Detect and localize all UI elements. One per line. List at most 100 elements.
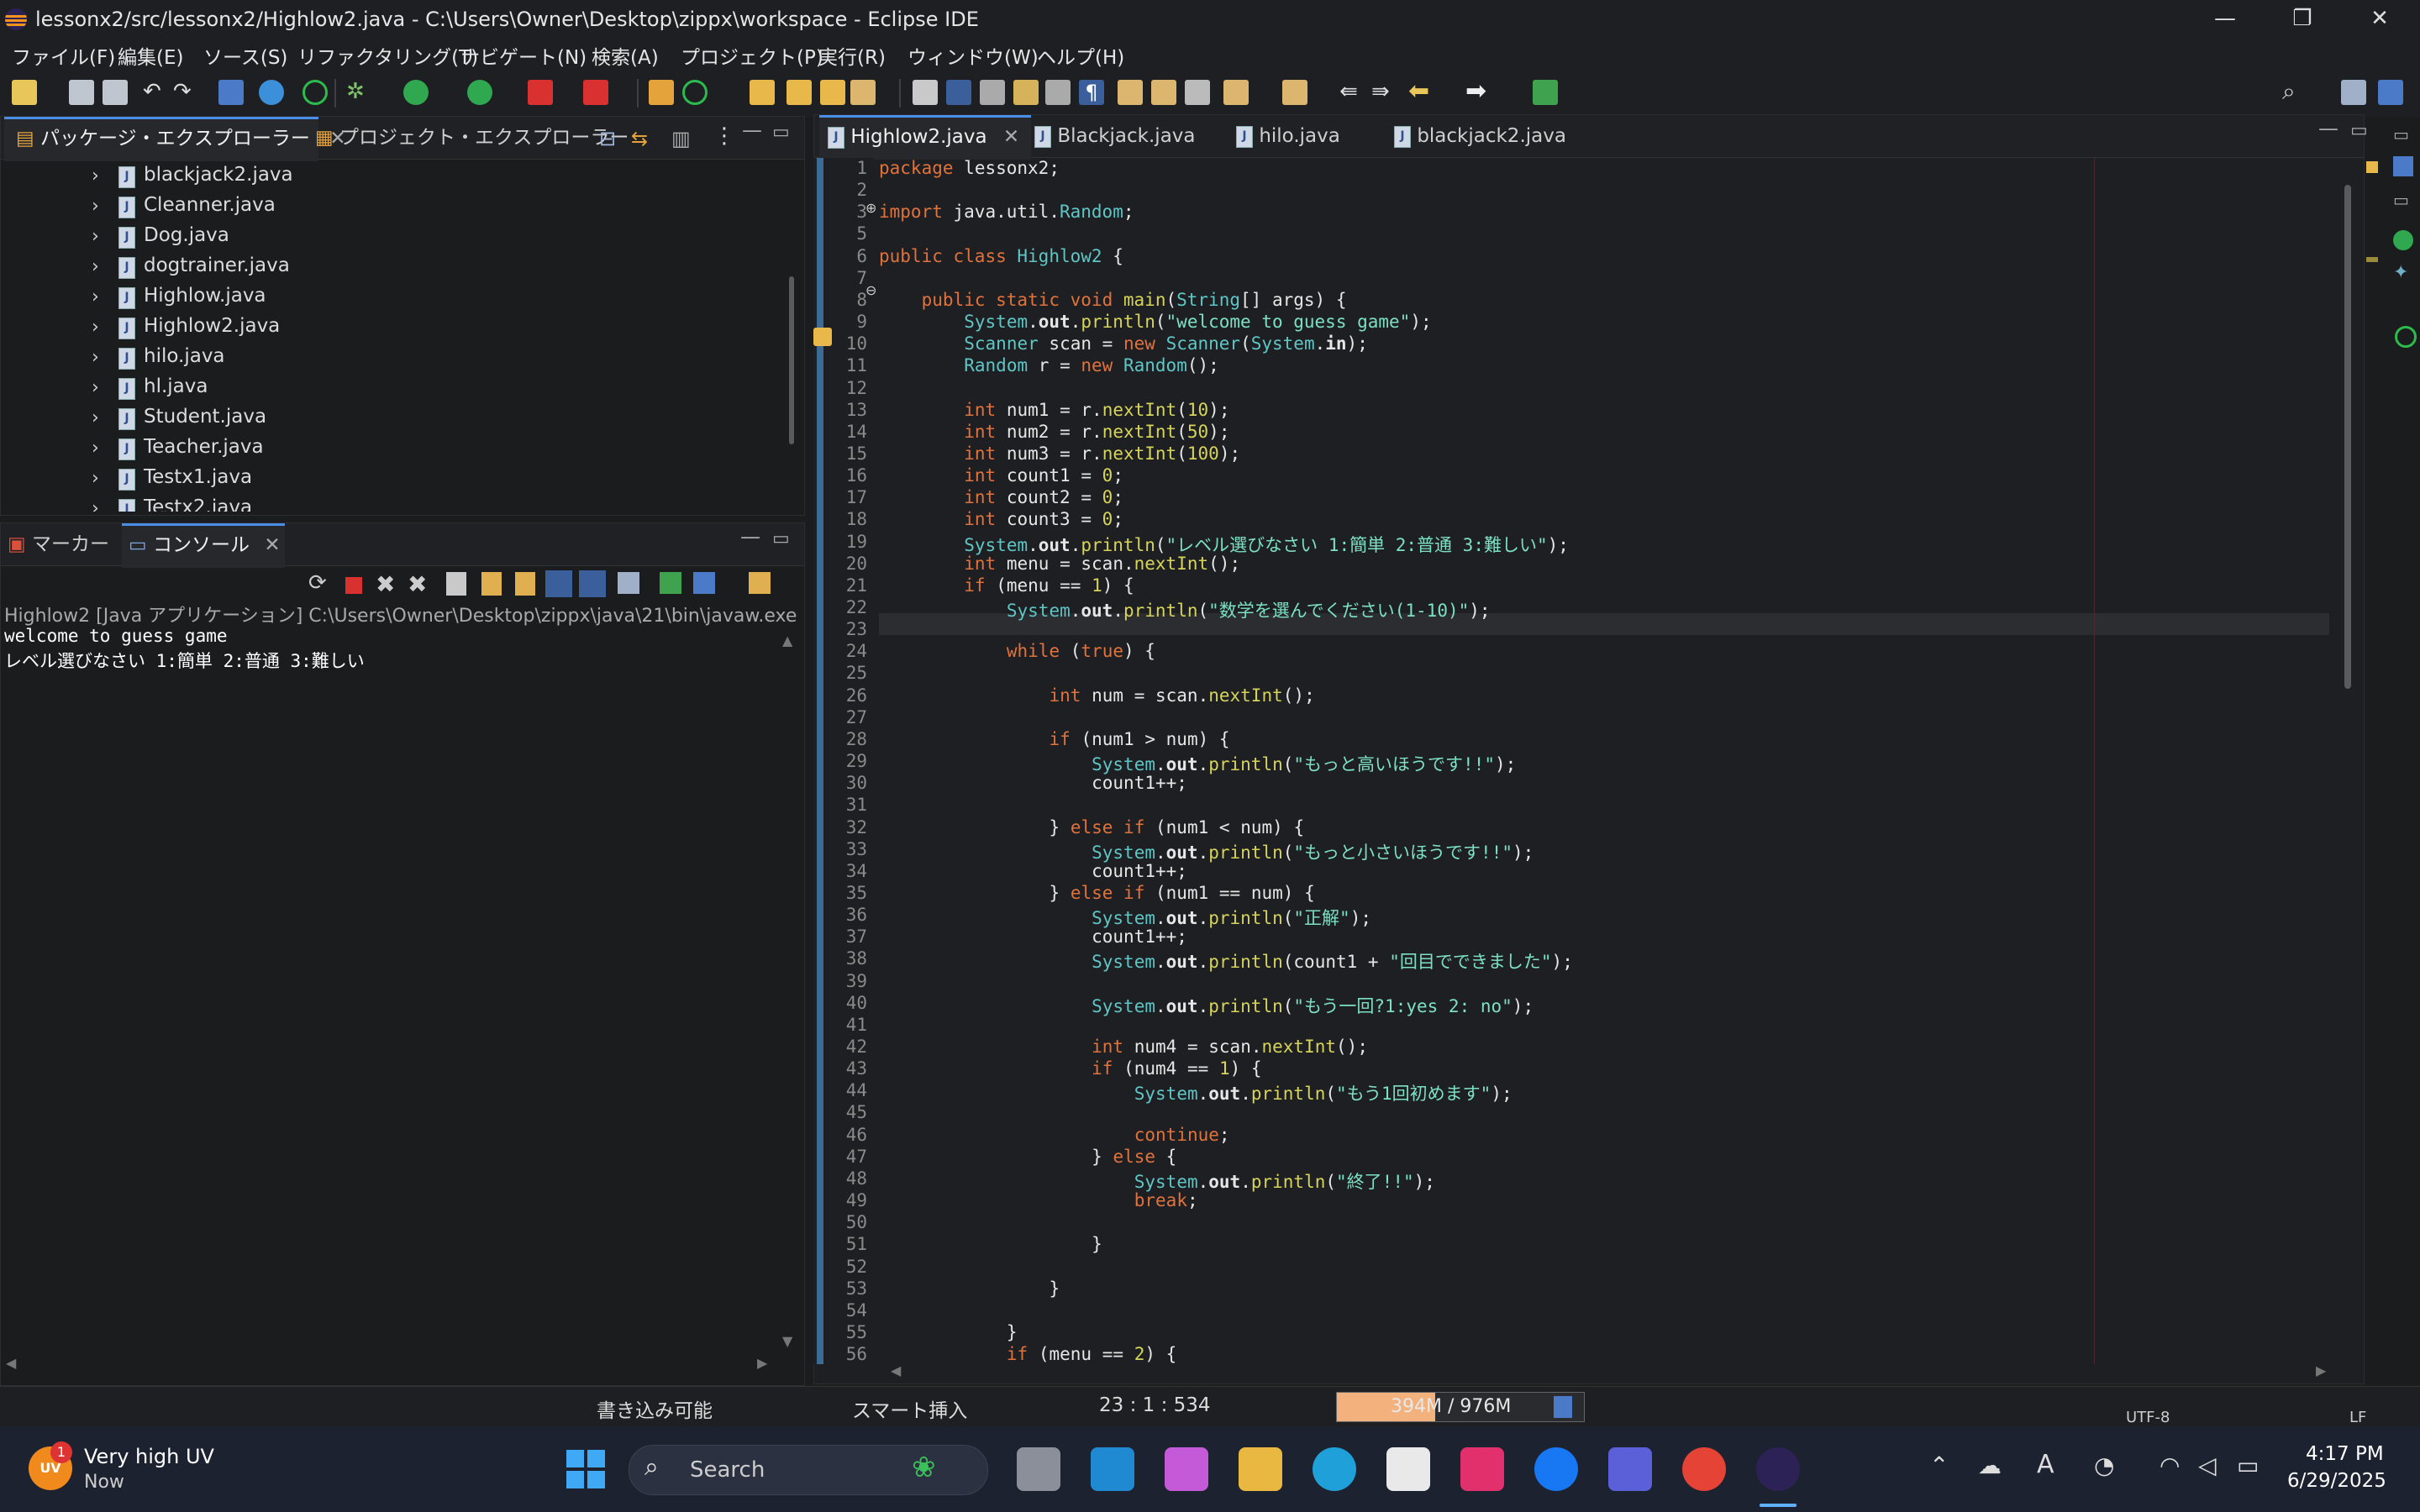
vscode-icon[interactable] <box>1091 1447 1134 1491</box>
tab-blackjack[interactable]: J Blackjack.java <box>1034 115 1228 157</box>
onedrive-icon[interactable]: ☁ <box>1978 1452 2002 1479</box>
chevron-right-icon[interactable]: › <box>92 498 99 512</box>
redo-icon[interactable]: ↷ <box>173 80 198 105</box>
menu-source[interactable]: ソース(S) <box>203 41 287 70</box>
menu-run[interactable]: 実行(R) <box>818 41 886 70</box>
chevron-right-icon[interactable]: › <box>92 196 99 217</box>
maximize-view-icon[interactable]: ▭ <box>772 528 790 549</box>
scroll-up-icon[interactable]: ▲ <box>782 633 792 648</box>
wifi-icon[interactable]: ◠ <box>2160 1452 2180 1479</box>
highlight-icon[interactable] <box>850 80 876 105</box>
next-annotation-icon[interactable] <box>1118 80 1143 105</box>
windows-start-icon[interactable] <box>566 1450 605 1488</box>
tab-package-explorer[interactable]: ▤ パッケージ・エクスプローラー ✕ <box>4 117 346 161</box>
menu-search[interactable]: 検索(A) <box>592 41 659 70</box>
open-folder-icon[interactable] <box>786 80 812 105</box>
server-icon[interactable] <box>2395 326 2417 348</box>
show-whitespace-icon[interactable] <box>1045 80 1071 105</box>
outline-icon[interactable] <box>2393 156 2413 176</box>
clock-time[interactable]: 4:17 PM <box>2306 1443 2384 1465</box>
clock-date[interactable]: 6/29/2025 <box>2287 1470 2386 1492</box>
scroll-right-icon[interactable]: ▶ <box>757 1355 767 1371</box>
tree-item-testx2[interactable]: › J Testx2.java <box>1 495 791 512</box>
instagram-icon[interactable] <box>1460 1447 1504 1491</box>
last-edit-icon[interactable] <box>1185 80 1210 105</box>
microsoft-store-icon[interactable] <box>1386 1447 1430 1491</box>
settings-icon[interactable] <box>259 80 284 105</box>
open-task-icon[interactable] <box>820 80 845 105</box>
power-icon[interactable] <box>302 80 328 105</box>
clock-app-icon[interactable]: ◔ <box>2094 1452 2114 1479</box>
menu-file[interactable]: ファイル(F) <box>12 41 115 70</box>
maximize-view-icon[interactable]: ▭ <box>2350 120 2368 141</box>
chrome-icon[interactable] <box>1682 1447 1726 1491</box>
tab-hilo[interactable]: J hilo.java <box>1236 115 1379 157</box>
facebook-icon[interactable] <box>1534 1447 1578 1491</box>
tab-blackjack2[interactable]: J blackjack2.java <box>1394 115 1604 157</box>
editor-scrollbar[interactable] <box>2344 185 2351 689</box>
scroll-down-icon[interactable]: ▼ <box>782 1333 792 1349</box>
back-history-icon[interactable]: ⇚ <box>1339 80 1365 105</box>
weather-title[interactable]: Very high UV <box>84 1445 214 1468</box>
chevron-up-icon[interactable]: ⌃ <box>1929 1452 1949 1479</box>
back-icon[interactable]: ⬅ <box>1408 79 1434 105</box>
external-tools-icon[interactable] <box>583 80 608 105</box>
minimize-button[interactable]: — <box>2186 0 2264 39</box>
fold-expand-icon[interactable]: ⊕ <box>865 200 876 216</box>
display-console-icon[interactable] <box>693 572 715 594</box>
tree-item-student[interactable]: › J Student.java <box>1 404 791 434</box>
edge-icon[interactable] <box>1313 1447 1356 1491</box>
maximize-view-icon[interactable]: ▭ <box>772 122 790 143</box>
chevron-right-icon[interactable]: › <box>92 226 99 247</box>
taskbar-search-box[interactable]: ⌕ Search ❀ <box>629 1445 988 1495</box>
pin-editor-icon[interactable] <box>1223 80 1249 105</box>
restore-icon[interactable]: ▭ <box>2393 124 2409 144</box>
minimize-view-icon[interactable]: — <box>740 525 760 549</box>
warning-marker-icon[interactable] <box>813 328 832 346</box>
stop-icon[interactable] <box>528 80 553 105</box>
tree-item-testx1[interactable]: › J Testx1.java <box>1 465 791 495</box>
word-wrap-icon[interactable] <box>1013 80 1039 105</box>
menu-edit[interactable]: 編集(E) <box>118 41 183 70</box>
minimize-view-icon[interactable]: — <box>2318 117 2338 140</box>
terminate-icon[interactable] <box>345 577 362 594</box>
debug-view-icon[interactable]: ✦ <box>2393 262 2408 283</box>
chevron-right-icon[interactable]: › <box>92 165 99 186</box>
undo-icon[interactable]: ↶ <box>143 80 168 105</box>
word-wrap-console-icon[interactable] <box>515 572 535 596</box>
fold-collapse-icon[interactable]: ⊖ <box>865 282 876 298</box>
status-encoding[interactable]: UTF-8 <box>2126 1409 2170 1426</box>
refresh-icon[interactable]: ⟳ <box>308 570 327 596</box>
scroll-right-icon[interactable]: ▶ <box>2316 1362 2326 1378</box>
tab-highlow2[interactable]: J Highlow2.java ✕ <box>819 115 1031 160</box>
volume-icon[interactable]: ◁ <box>2198 1452 2217 1479</box>
file-explorer-icon[interactable] <box>1239 1447 1282 1491</box>
garbage-collect-icon[interactable] <box>1554 1396 1572 1418</box>
tree-item-dog[interactable]: › J Dog.java <box>1 223 791 253</box>
menu-help[interactable]: ヘルプ(H) <box>1037 41 1124 70</box>
explorer-scrollbar[interactable] <box>789 276 794 444</box>
tree-item-highlow2[interactable]: › J Highlow2.java <box>1 313 791 344</box>
chevron-right-icon[interactable]: › <box>92 468 99 489</box>
tree-item-highlow[interactable]: › J Highlow.java <box>1 283 791 313</box>
close-icon[interactable]: ✕ <box>1003 126 1019 148</box>
chevron-right-icon[interactable]: › <box>92 377 99 398</box>
scroll-left-icon[interactable]: ◀ <box>891 1362 901 1378</box>
tab-markers[interactable]: ▣ マーカー <box>8 523 117 565</box>
run-view-icon[interactable] <box>2393 230 2413 250</box>
tree-item-teacher[interactable]: › J Teacher.java <box>1 434 791 465</box>
terminal-icon[interactable] <box>218 80 244 105</box>
show-stderr-icon[interactable] <box>579 570 606 597</box>
tree-item-cleanner[interactable]: › J Cleanner.java <box>1 192 791 223</box>
toggle-breadcrumb-icon[interactable] <box>913 80 938 105</box>
chevron-right-icon[interactable]: › <box>92 347 99 368</box>
run-coverage-icon[interactable] <box>467 80 492 105</box>
link-editor-icon[interactable]: ⇆ <box>631 127 648 150</box>
remove-all-icon[interactable]: ✖ <box>408 570 427 598</box>
pin-console-icon[interactable] <box>618 572 639 594</box>
close-icon[interactable]: ✕ <box>264 534 280 556</box>
new-icon[interactable] <box>12 80 37 105</box>
clear-console-icon[interactable] <box>446 572 466 596</box>
open-type-icon[interactable] <box>750 80 775 105</box>
tree-item-hl[interactable]: › Jhl.java <box>1 374 791 404</box>
